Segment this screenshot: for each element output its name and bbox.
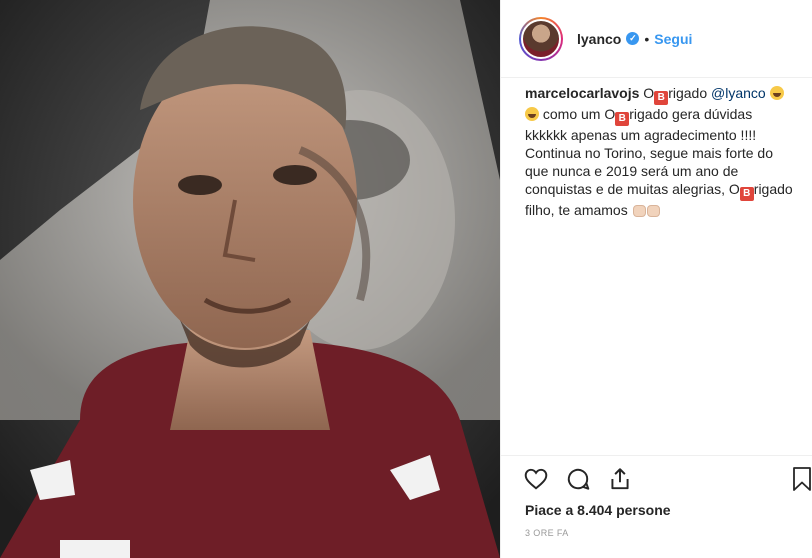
heart-icon[interactable] (523, 466, 549, 492)
post-sidebar: lyanco ✓ • Segui marcelocarlavojs O Briga… (500, 0, 812, 558)
mention-link[interactable]: @lyanco (711, 85, 766, 101)
share-icon[interactable] (607, 466, 633, 492)
comment-text-part3: como um O (539, 106, 616, 122)
post-photo-illustration (0, 0, 500, 558)
b-emoji-icon: B (615, 112, 630, 126)
verified-icon: ✓ (626, 32, 640, 45)
bookmark-icon[interactable] (791, 466, 812, 492)
post-timestamp[interactable]: 3 ORE FA (525, 528, 569, 538)
fist-bump-emoji-icon (646, 205, 660, 217)
avatar-image (521, 18, 561, 59)
laughing-emoji-icon (769, 86, 784, 100)
fist-bump-emoji-icon (632, 205, 646, 217)
comment-text-part1: O (639, 85, 655, 101)
avatar[interactable] (519, 16, 563, 61)
b-emoji-icon: B (654, 91, 669, 105)
b-emoji-icon: B (739, 187, 754, 201)
comment-icon[interactable] (565, 466, 591, 492)
action-icons (523, 466, 633, 492)
username-link[interactable]: lyanco (577, 31, 621, 47)
separator-dot: • (644, 30, 650, 47)
post-actions: Piace a 8.404 persone 3 ORE FA (501, 455, 812, 558)
comment-author-link[interactable]: marcelocarlavojs (525, 85, 639, 101)
post-image[interactable] (0, 0, 500, 558)
comment-text-part2: rigado (668, 85, 711, 101)
post-header: lyanco ✓ • Segui (501, 0, 812, 78)
follow-button[interactable]: Segui (654, 31, 692, 47)
caption-comment: marcelocarlavojs O Brigado @lyanco como u… (525, 84, 793, 219)
likes-count[interactable]: Piace a 8.404 persone (525, 502, 671, 518)
laughing-emoji-icon (525, 107, 539, 121)
